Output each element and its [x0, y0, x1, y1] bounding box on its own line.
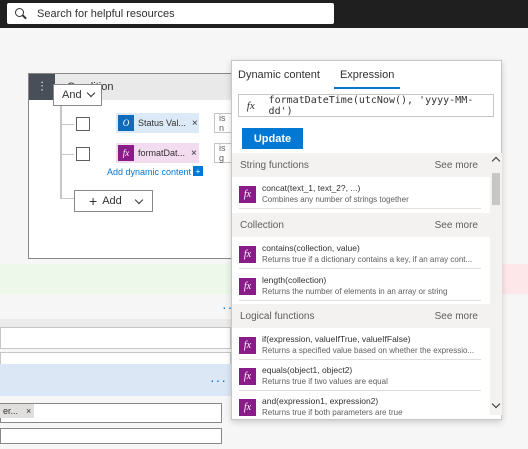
function-list-scrollbar[interactable]: [490, 153, 502, 415]
function-item[interactable]: fx contains(collection, value) Returns tr…: [239, 240, 481, 269]
fx-icon: fx: [239, 245, 256, 263]
operator-select[interactable]: is n: [214, 113, 232, 133]
chevron-down-icon[interactable]: [491, 399, 501, 409]
fx-icon: fx: [239, 185, 256, 203]
remove-token-icon[interactable]: ×: [26, 406, 31, 416]
add-dynamic-content-link[interactable]: Add dynamic content: [107, 167, 191, 177]
remove-token-icon[interactable]: ×: [191, 148, 197, 159]
update-button[interactable]: Update: [242, 128, 303, 149]
row-checkbox[interactable]: [76, 117, 90, 131]
field-row[interactable]: [0, 327, 231, 349]
expression-input[interactable]: fx formatDateTime(utcNow(), 'yyyy-MM-dd'…: [238, 94, 494, 117]
and-dropdown[interactable]: And: [53, 84, 102, 106]
function-item[interactable]: fx concat(text_1, text_2?, ...) Combines …: [239, 180, 481, 209]
more-options-icon[interactable]: ···: [210, 372, 227, 388]
fx-icon: fx: [239, 336, 256, 354]
row-checkbox[interactable]: [76, 147, 90, 161]
success-strip: [0, 264, 231, 294]
fx-icon: fx: [246, 99, 255, 112]
see-more-link[interactable]: See more: [435, 160, 478, 171]
plus-icon: +: [89, 193, 98, 209]
expression-token[interactable]: fx formatDat... ×: [116, 143, 199, 163]
function-item[interactable]: fx if(expression, valueIfTrue, valueIfFa…: [239, 331, 481, 360]
condition-icon: ⫶: [29, 74, 55, 100]
see-more-link[interactable]: See more: [435, 311, 478, 322]
expression-panel: Dynamic content Expression fx formatDate…: [231, 60, 502, 420]
search-icon: [15, 7, 27, 20]
scrollbar-thumb[interactable]: [492, 173, 500, 205]
function-item[interactable]: fx length(collection) Returns the number …: [239, 272, 481, 301]
group-header-logical: Logical functions See more: [232, 304, 490, 328]
chevron-up-icon[interactable]: [491, 156, 501, 166]
fx-icon: fx: [239, 367, 256, 385]
tab-expression[interactable]: Expression: [333, 69, 401, 89]
error-strip: [501, 264, 528, 294]
fx-icon: fx: [118, 145, 134, 161]
function-list: String functions See more fx concat(text…: [232, 153, 490, 420]
see-more-link[interactable]: See more: [435, 220, 478, 231]
function-item[interactable]: fx equals(object1, object2) Returns true …: [239, 362, 481, 391]
operator-select[interactable]: is g: [214, 143, 232, 163]
panel-tabs: Dynamic content Expression: [232, 61, 501, 89]
top-bar: Search for helpful resources: [0, 0, 528, 28]
group-header-collection: Collection See more: [232, 213, 490, 237]
expression-text: formatDateTime(utcNow(), 'yyyy-MM-dd'): [268, 94, 474, 117]
search-box[interactable]: Search for helpful resources: [7, 3, 334, 24]
input-field[interactable]: [0, 428, 222, 444]
tree-branch: [60, 198, 74, 199]
fx-icon: fx: [239, 277, 256, 295]
tree-branch: [60, 124, 74, 125]
add-dynamic-content-icon[interactable]: +: [193, 166, 203, 176]
action-header-selected[interactable]: [0, 364, 231, 396]
search-placeholder: Search for helpful resources: [37, 7, 175, 20]
chevron-down-icon: [86, 88, 96, 98]
tree-branch: [60, 154, 74, 155]
outlook-icon: O: [118, 115, 134, 131]
dynamic-token[interactable]: O Status Val... ×: [116, 113, 199, 133]
tree-line: [60, 106, 62, 198]
token-chip[interactable]: er... ×: [0, 404, 35, 418]
tab-dynamic-content[interactable]: Dynamic content: [232, 69, 326, 89]
chevron-down-icon: [134, 195, 144, 205]
function-item[interactable]: fx and(expression1, expression2) Returns …: [239, 393, 481, 420]
fx-icon: fx: [239, 398, 256, 416]
remove-token-icon[interactable]: ×: [192, 118, 198, 129]
group-header-string: String functions See more: [232, 153, 490, 177]
add-button[interactable]: + Add: [74, 190, 153, 212]
